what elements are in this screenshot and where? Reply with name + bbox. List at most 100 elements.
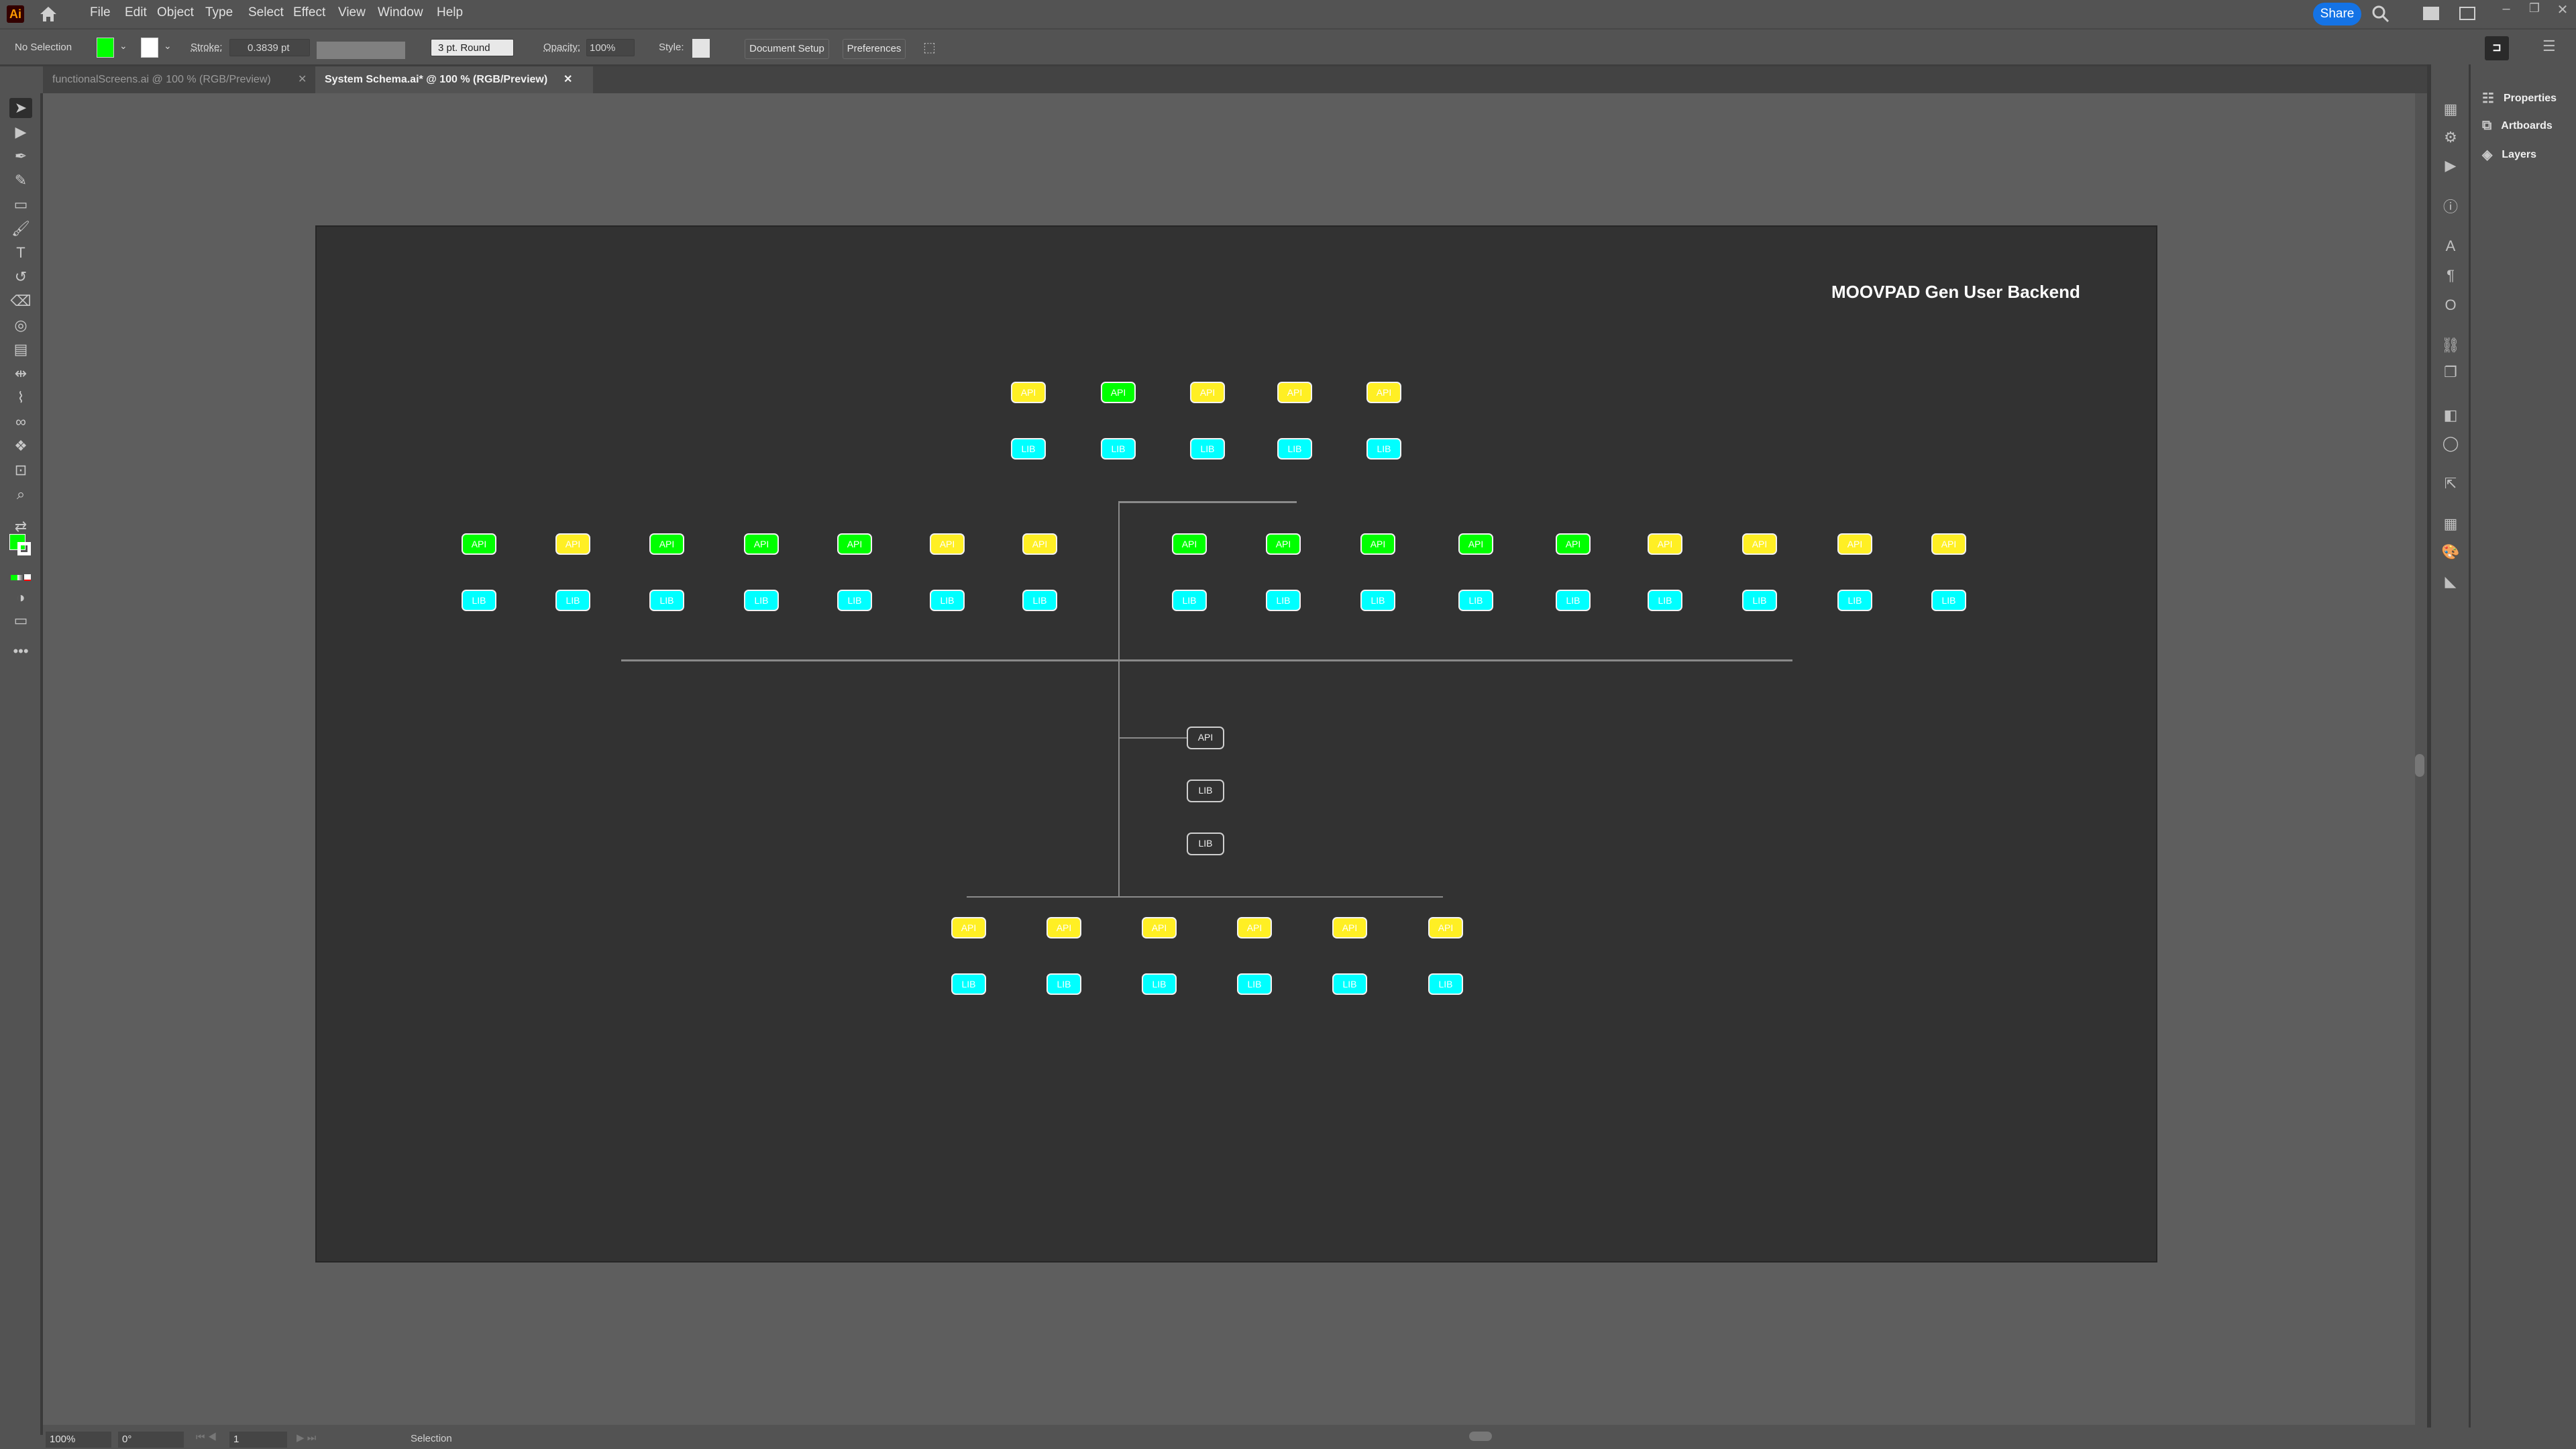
top-lib-node[interactable]: LIB <box>1190 438 1225 460</box>
gradient-tool-icon[interactable]: ▤ <box>9 339 32 360</box>
paintbrush-tool-icon[interactable]: 🖌 <box>9 219 32 239</box>
top-lib-node[interactable]: LIB <box>1366 438 1401 460</box>
right-lib-node[interactable]: LIB <box>1837 590 1872 611</box>
close-window-button[interactable]: ✕ <box>2549 1 2576 17</box>
right-api-node[interactable]: API <box>1837 533 1872 555</box>
libraries-icon[interactable]: ▦ <box>2439 99 2462 119</box>
menu-select[interactable]: Select <box>248 5 284 20</box>
bottom-horizontal-connector-line[interactable] <box>967 896 1443 898</box>
curvature-tool-icon[interactable]: ✎ <box>9 170 32 191</box>
workspace-switcher-icon[interactable] <box>2423 7 2439 20</box>
fill-stroke-swatches[interactable] <box>9 534 32 558</box>
appearance-icon[interactable]: ◯ <box>2439 433 2462 453</box>
panel-layers[interactable]: ◈ Layers <box>2482 146 2536 163</box>
snap-icon[interactable]: ⊐ <box>2485 36 2509 60</box>
opentype-icon[interactable]: O <box>2439 295 2462 315</box>
right-api-node[interactable]: API <box>1742 533 1777 555</box>
right-lib-node[interactable]: LIB <box>1556 590 1591 611</box>
menu-file[interactable]: File <box>90 5 111 20</box>
pen-tool-icon[interactable]: ✒ <box>9 146 32 166</box>
graphic-style-swatch[interactable] <box>692 39 710 58</box>
character-icon[interactable]: A <box>2439 236 2462 256</box>
select-similar-icon[interactable]: ⬚ <box>923 39 941 56</box>
rotation-select[interactable]: 0° <box>118 1432 184 1448</box>
blend-tool-icon[interactable]: ∞ <box>9 412 32 432</box>
swatches-icon[interactable]: ▦ <box>2439 514 2462 534</box>
arrange-documents-icon[interactable] <box>2459 7 2475 20</box>
zoom-level-select[interactable]: 100% <box>46 1432 111 1448</box>
top-api-node[interactable]: API <box>1011 382 1046 403</box>
panel-menu-icon[interactable]: ☰ <box>2542 38 2561 56</box>
center-api-connector-line[interactable] <box>1118 737 1192 739</box>
left-lib-node[interactable]: LIB <box>649 590 684 611</box>
share-button[interactable]: Share <box>2313 3 2361 25</box>
left-lib-node[interactable]: LIB <box>555 590 590 611</box>
stroke-weight-input[interactable]: 0.3839 pt <box>229 39 310 56</box>
bottom-lib-node[interactable]: LIB <box>951 973 986 995</box>
right-lib-node[interactable]: LIB <box>1931 590 1966 611</box>
left-api-node[interactable]: API <box>555 533 590 555</box>
right-api-node[interactable]: API <box>1931 533 1966 555</box>
close-icon[interactable]: ✕ <box>298 66 307 93</box>
menu-object[interactable]: Object <box>157 5 194 20</box>
menu-window[interactable]: Window <box>378 5 423 20</box>
right-api-node[interactable]: API <box>1458 533 1493 555</box>
draw-mode-icon[interactable]: ◑ <box>9 588 32 608</box>
bottom-api-node[interactable]: API <box>1046 917 1081 938</box>
right-api-node[interactable]: API <box>1648 533 1682 555</box>
left-api-node[interactable]: API <box>1022 533 1057 555</box>
gradient-panel-icon[interactable]: ◣ <box>2439 572 2462 592</box>
color-mode-icons[interactable] <box>9 568 32 588</box>
selection-tool-icon[interactable]: ➤ <box>9 98 32 118</box>
right-api-node[interactable]: API <box>1556 533 1591 555</box>
first-artboard-icon[interactable]: ⏮ ◀ <box>196 1432 217 1443</box>
menu-effect[interactable]: Effect <box>293 5 325 20</box>
width-tool-icon[interactable]: ⇹ <box>9 364 32 384</box>
right-api-node[interactable]: API <box>1172 533 1207 555</box>
top-api-node[interactable]: API <box>1101 382 1136 403</box>
asset-export-icon[interactable]: ❐ <box>2439 362 2462 382</box>
top-lib-node[interactable]: LIB <box>1101 438 1136 460</box>
stroke-swatch[interactable] <box>141 38 158 58</box>
close-icon[interactable]: ✕ <box>564 66 572 93</box>
artboard[interactable] <box>315 225 2157 1263</box>
artboard-title[interactable]: MOOVPAD Gen User Backend <box>1831 282 2080 303</box>
restore-button[interactable]: ❐ <box>2521 1 2548 17</box>
bottom-api-node[interactable]: API <box>1142 917 1177 938</box>
fill-dropdown-chevron-icon[interactable]: ⌄ <box>119 40 127 52</box>
left-api-node[interactable]: API <box>462 533 496 555</box>
fill-swatch[interactable] <box>97 38 114 58</box>
tab-functional-screens[interactable]: functionalScreens.ai @ 100 % (RGB/Previe… <box>43 66 323 93</box>
brush-definition-select[interactable]: 3 pt. Round <box>431 39 514 56</box>
eyedropper-tool-icon[interactable]: ⌇ <box>9 388 32 408</box>
tab-system-schema[interactable]: System Schema.ai* @ 100 % (RGB/Preview) … <box>315 66 593 93</box>
top-api-node[interactable]: API <box>1277 382 1312 403</box>
center-lib-node[interactable]: LIB <box>1187 833 1224 855</box>
menu-type[interactable]: Type <box>205 5 233 20</box>
symbol-sprayer-tool-icon[interactable]: ❖ <box>9 436 32 456</box>
shape-builder-tool-icon[interactable]: ◎ <box>9 315 32 335</box>
top-lib-node[interactable]: LIB <box>1277 438 1312 460</box>
vertical-scroll-thumb[interactable] <box>2415 754 2424 777</box>
artboard-number-select[interactable]: 1 <box>229 1432 287 1448</box>
right-lib-node[interactable]: LIB <box>1172 590 1207 611</box>
type-tool-icon[interactable]: T <box>9 243 32 263</box>
right-api-node[interactable]: API <box>1360 533 1395 555</box>
panel-artboards[interactable]: ⧉ Artboards <box>2482 118 2553 133</box>
bottom-lib-node[interactable]: LIB <box>1237 973 1272 995</box>
more-tools-icon[interactable]: ••• <box>9 641 32 661</box>
artboard-tool-icon[interactable]: ⊡ <box>9 460 32 480</box>
right-lib-node[interactable]: LIB <box>1360 590 1395 611</box>
top-branch-connector-line[interactable] <box>1118 501 1297 503</box>
bottom-lib-node[interactable]: LIB <box>1046 973 1081 995</box>
rotate-tool-icon[interactable]: ↺ <box>9 267 32 287</box>
zoom-tool-icon[interactable]: ⌕ <box>9 484 32 504</box>
rectangle-tool-icon[interactable]: ▭ <box>9 195 32 215</box>
links-icon[interactable]: ⛓ <box>2439 335 2462 356</box>
preferences-button[interactable]: Preferences <box>843 39 906 59</box>
center-api-node[interactable]: API <box>1187 727 1224 749</box>
bottom-api-node[interactable]: API <box>951 917 986 938</box>
left-api-node[interactable]: API <box>837 533 872 555</box>
paragraph-icon[interactable]: ¶ <box>2439 266 2462 286</box>
stroke-dropdown-chevron-icon[interactable]: ⌄ <box>164 40 172 52</box>
